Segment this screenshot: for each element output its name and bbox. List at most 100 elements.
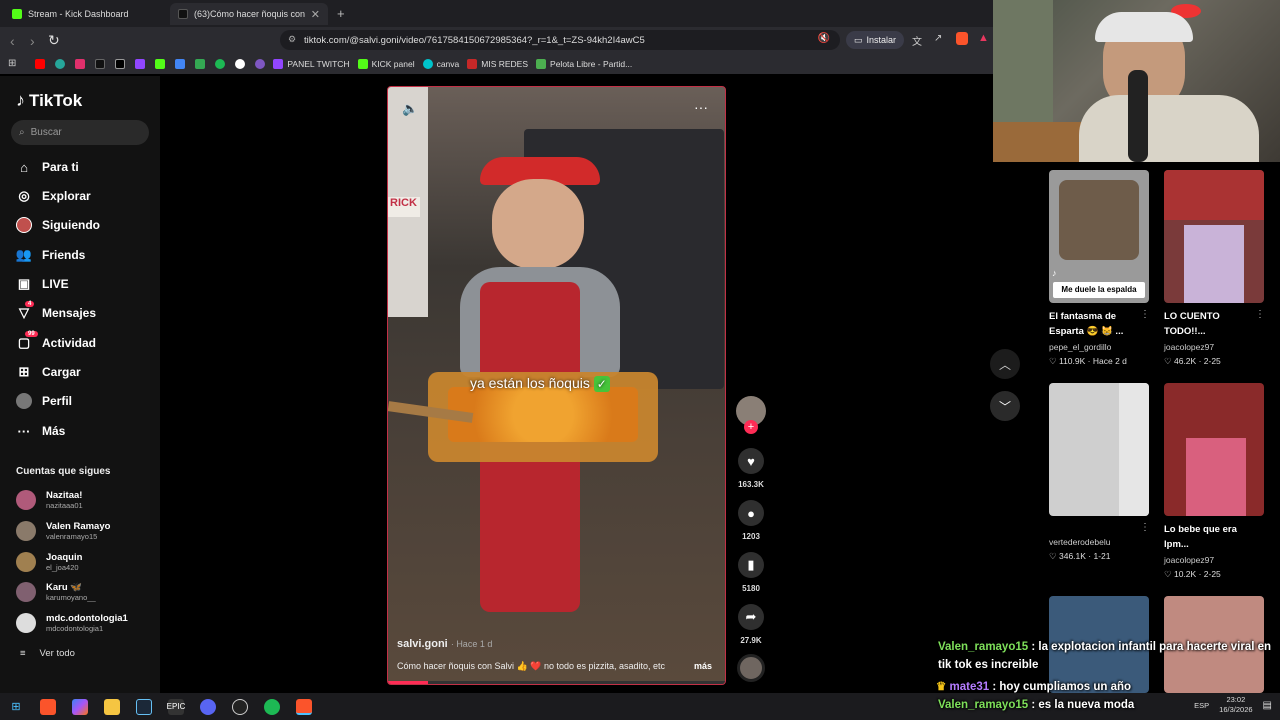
tiktok-icon[interactable] xyxy=(95,58,106,69)
account-karu[interactable]: Karu 🦋 karumoyano__ xyxy=(16,582,96,602)
apps-grid-icon[interactable]: ⊞ xyxy=(8,58,16,69)
feed-title[interactable]: El fantasma de Esparta 😎 😸 ... xyxy=(1049,309,1144,339)
kebab-icon[interactable]: ⋮ xyxy=(1255,309,1265,320)
account-mdc-odontologia[interactable]: mdc.odontologia1 mdcodontologia1 xyxy=(16,613,128,633)
share-button[interactable]: ➦ 27.9K xyxy=(736,604,766,645)
music-disc[interactable] xyxy=(736,654,766,682)
discord-icon[interactable] xyxy=(200,698,216,715)
scroll-up-button[interactable]: ︿ xyxy=(990,349,1020,379)
nav-perfil[interactable]: Perfil xyxy=(16,391,72,411)
nav-para-ti[interactable]: ⌂ Para ti xyxy=(16,157,79,177)
kebab-icon[interactable]: ⋮ xyxy=(1140,522,1150,533)
account-nazitaa[interactable]: Nazitaa! nazitaaa01 xyxy=(16,490,83,510)
windows-start-icon[interactable]: ⊞ xyxy=(8,699,24,715)
instagram-icon[interactable] xyxy=(75,58,86,69)
kebab-icon[interactable]: ⋮ xyxy=(1140,309,1150,320)
language-indicator[interactable]: ESP xyxy=(1194,701,1209,710)
photos-icon[interactable] xyxy=(195,58,206,69)
bookmark-panel-twitch[interactable]: PANEL TWITCH xyxy=(273,58,350,69)
save-button[interactable]: ▮ 5180 xyxy=(736,552,766,593)
feed-user[interactable]: vertederodebelu xyxy=(1049,537,1110,547)
nav-actividad[interactable]: ▢ 99 Actividad xyxy=(16,331,96,353)
nav-label: Friends xyxy=(42,248,86,262)
bookmark-icon[interactable] xyxy=(255,58,266,69)
tab-tiktok-video[interactable]: (63)Cómo hacer ñoquis con Salvi ✕ xyxy=(170,3,328,25)
bookmark-label: MIS REDES xyxy=(481,58,529,69)
address-bar[interactable]: ⚙ tiktok.com/@salvi.goni/video/761758415… xyxy=(280,30,840,50)
twitch-icon[interactable] xyxy=(135,58,146,69)
bookmark-icon[interactable] xyxy=(215,58,226,69)
feed-thumbnail[interactable] xyxy=(1164,170,1264,303)
translate-icon[interactable]: 文 xyxy=(912,33,922,48)
youtube-icon[interactable] xyxy=(35,58,46,69)
brave-shields-icon[interactable] xyxy=(956,32,968,45)
feed-user[interactable]: joacolopez97 xyxy=(1164,555,1214,565)
tiktok-logo[interactable]: ♪ TikTok xyxy=(16,90,82,111)
nav-mensajes[interactable]: ▽ 4 Mensajes xyxy=(16,301,96,323)
nav-cargar[interactable]: ⊞ Cargar xyxy=(16,362,81,382)
feed-title[interactable]: LO CUENTO TODO!!... xyxy=(1164,309,1259,339)
tab-kick-dashboard[interactable]: Stream - Kick Dashboard xyxy=(4,3,166,25)
nav-siguiendo[interactable]: Siguiendo xyxy=(16,215,100,235)
account-valen-ramayo[interactable]: Valen Ramayo valenramayo15 xyxy=(16,521,110,541)
epic-games-icon[interactable]: EPIC xyxy=(167,698,185,715)
bookmark-pelota-libre[interactable]: Pelota Libre - Partid... xyxy=(536,58,632,69)
drive-icon[interactable] xyxy=(175,58,186,69)
feed-user[interactable]: pepe_el_gordillo xyxy=(1049,342,1111,352)
brave-icon[interactable] xyxy=(296,698,312,715)
install-app-button[interactable]: ▭ Instalar xyxy=(846,31,905,49)
nav-friends[interactable]: 👥 Friends xyxy=(16,245,85,265)
clock[interactable]: 23:02 16/3/2026 xyxy=(1219,695,1252,715)
mute-site-icon[interactable]: 🔇 xyxy=(818,33,830,44)
video-player[interactable]: RICK 🔈 ··· ya están los ñoquis ✓ salvi.g… xyxy=(387,86,726,685)
reload-icon[interactable]: ↻ xyxy=(48,32,60,49)
tab-title: (63)Cómo hacer ñoquis con Salvi xyxy=(194,9,306,19)
author-avatar-button[interactable]: + xyxy=(736,396,766,434)
see-all-button[interactable]: ≡ Ver todo xyxy=(20,648,75,659)
save-count: 5180 xyxy=(742,584,760,593)
spotify-icon[interactable] xyxy=(264,698,280,715)
scroll-down-button[interactable]: ﹀ xyxy=(990,391,1020,421)
url-text: tiktok.com/@salvi.goni/video/76175841506… xyxy=(304,34,645,46)
feed-title[interactable]: Lo bebe que era lpm... xyxy=(1164,522,1259,552)
file-explorer-icon[interactable] xyxy=(104,698,120,715)
feed-thumbnail[interactable] xyxy=(1049,383,1149,516)
obs-icon[interactable] xyxy=(232,698,248,715)
volume-icon[interactable]: 🔈 xyxy=(402,101,418,117)
share-icon[interactable]: ↗ xyxy=(934,33,942,44)
kick-icon[interactable] xyxy=(155,58,166,69)
like-button[interactable]: ♥ 163.3K xyxy=(736,448,766,489)
site-info-icon[interactable]: ⚙ xyxy=(288,34,296,45)
video-progress-bar[interactable] xyxy=(388,681,725,684)
follow-plus-icon[interactable]: + xyxy=(744,420,758,434)
account-joaquin[interactable]: Joaquin el_joa420 xyxy=(16,552,82,572)
forward-icon[interactable]: › xyxy=(30,33,35,49)
back-icon[interactable]: ‹ xyxy=(10,33,15,49)
bookmark-canva[interactable]: canva xyxy=(422,58,459,69)
bookmark-icon[interactable] xyxy=(55,58,66,69)
notifications-icon[interactable]: ▤ xyxy=(1263,700,1272,711)
options-icon[interactable]: ··· xyxy=(694,99,708,115)
copilot-icon[interactable] xyxy=(72,698,88,715)
search-placeholder: Buscar xyxy=(30,127,62,138)
bookmark-kick-panel[interactable]: KICK panel xyxy=(357,58,415,69)
feed-thumbnail[interactable]: Me duele la espalda ♪ xyxy=(1049,170,1149,303)
close-tab-icon[interactable]: ✕ xyxy=(311,8,320,21)
tiktok-icon: ♪ xyxy=(1052,268,1057,278)
nav-mas[interactable]: ··· Más xyxy=(16,421,66,441)
more-button[interactable]: más xyxy=(694,661,712,671)
x-icon[interactable] xyxy=(115,58,126,69)
feed-thumbnail[interactable] xyxy=(1164,383,1264,516)
bookmark-mis-redes[interactable]: MIS REDES xyxy=(467,58,529,69)
steam-icon[interactable] xyxy=(136,698,152,715)
video-author[interactable]: salvi.goni · Hace 1 d xyxy=(397,638,492,650)
brave-rewards-icon[interactable]: ▲ xyxy=(978,32,989,44)
search-input[interactable]: ⌕ Buscar xyxy=(11,120,149,145)
feed-user[interactable]: joacolopez97 xyxy=(1164,342,1214,352)
google-icon[interactable] xyxy=(235,58,246,69)
nav-explorar[interactable]: ◎ Explorar xyxy=(16,186,90,206)
nav-live[interactable]: ▣ LIVE xyxy=(16,274,69,294)
new-tab-button[interactable]: + xyxy=(337,6,345,21)
comment-button[interactable]: ● 1203 xyxy=(736,500,766,541)
brave-icon[interactable] xyxy=(40,698,56,715)
